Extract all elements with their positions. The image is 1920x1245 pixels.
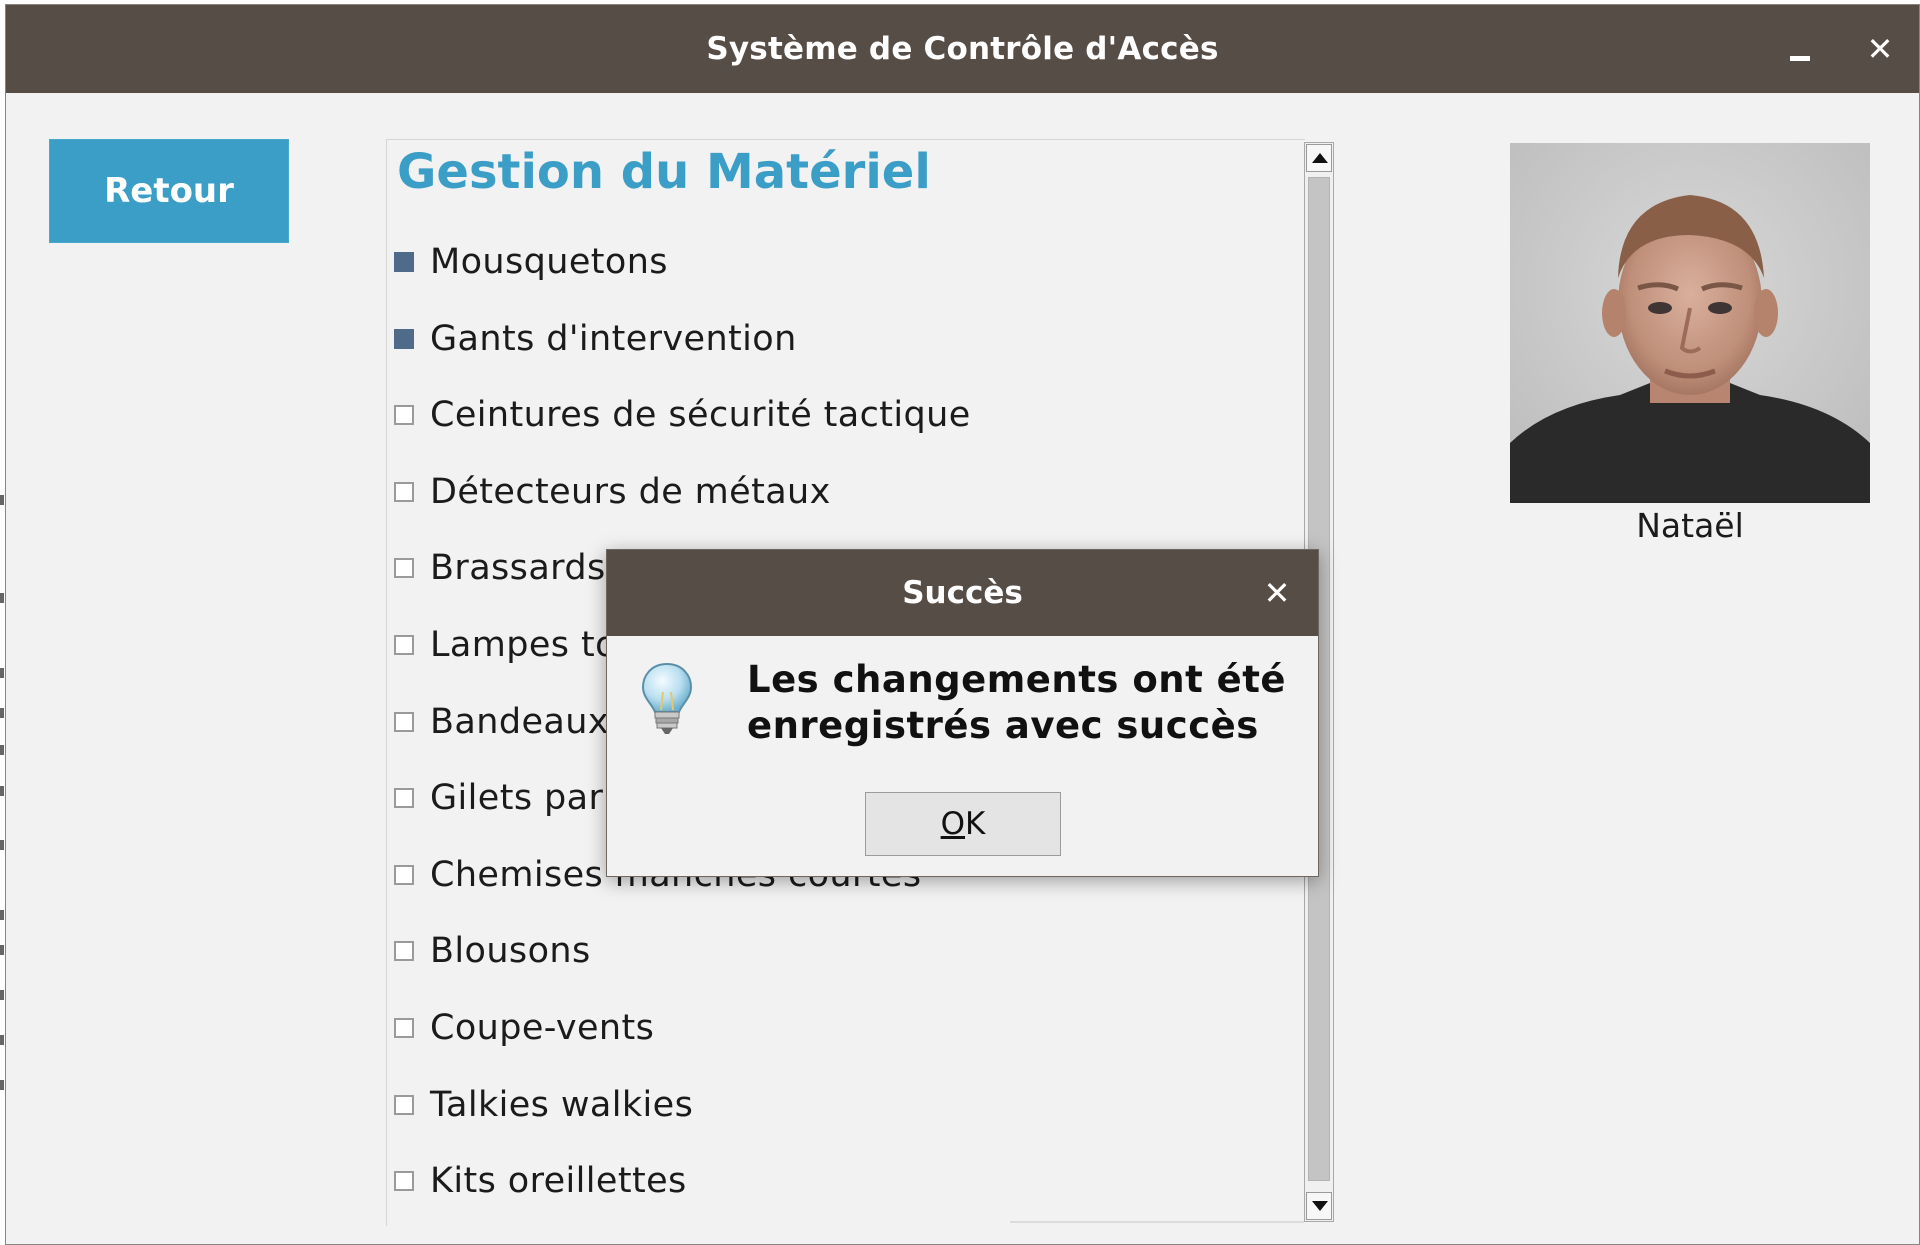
back-button[interactable]: Retour	[49, 139, 289, 243]
equipment-label: Coupe-vents	[430, 1008, 655, 1048]
panel-divider	[1010, 1221, 1304, 1223]
checkbox-unchecked[interactable]	[394, 635, 414, 655]
equipment-checkbox-item[interactable]: Brassards	[394, 543, 606, 593]
minimize-icon	[1790, 56, 1810, 61]
equipment-label: Lampes to	[430, 625, 617, 665]
equipment-checkbox-item[interactable]: Détecteurs de métaux	[394, 467, 831, 517]
equipment-checkbox-item[interactable]: Lampes to	[394, 620, 617, 670]
checkbox-unchecked[interactable]	[394, 711, 414, 732]
checkbox-unchecked[interactable]	[394, 1018, 414, 1038]
equipment-label: Ceintures de sécurité tactique	[430, 395, 971, 436]
title-bar[interactable]: Système de Contrôle d'Accès ✕	[6, 5, 1919, 93]
checkbox-unchecked[interactable]	[394, 558, 414, 579]
scroll-up-arrow-icon[interactable]	[1306, 144, 1332, 172]
user-name: Nataël	[1636, 506, 1744, 545]
equipment-label: Gants d'intervention	[430, 318, 797, 359]
ok-mnemonic: O	[940, 806, 966, 842]
equipment-checkbox-item[interactable]: Gilets par	[394, 773, 603, 823]
equipment-label: Blousons	[430, 931, 591, 972]
equipment-label: Bandeaux	[430, 701, 609, 742]
equipment-checkbox-item[interactable]: Bandeaux	[394, 697, 609, 747]
equipment-label: Détecteurs de métaux	[430, 471, 831, 512]
dialog-title-bar[interactable]: Succès ✕	[607, 550, 1318, 636]
scroll-down-arrow-icon[interactable]	[1306, 1192, 1332, 1220]
equipment-checkbox-item[interactable]: Blousons	[394, 926, 591, 976]
dialog-close-icon[interactable]: ✕	[1255, 571, 1299, 615]
checkbox-unchecked[interactable]	[394, 1171, 414, 1192]
lightbulb-icon	[641, 662, 693, 734]
checkbox-unchecked[interactable]	[394, 405, 414, 426]
checkbox-unchecked[interactable]	[394, 864, 414, 885]
close-button[interactable]: ✕	[1856, 25, 1904, 73]
user-photo	[1510, 143, 1870, 503]
ok-button[interactable]: OK	[865, 792, 1061, 856]
dialog-title: Succès	[902, 575, 1023, 611]
equipment-checkbox-item[interactable]: Ceintures de sécurité tactique	[394, 390, 971, 440]
equipment-label: Kits oreillettes	[430, 1161, 687, 1202]
panel-title: Gestion du Matériel	[397, 144, 931, 200]
checkbox-checked[interactable]	[394, 252, 414, 272]
equipment-label: Talkies walkies	[430, 1084, 694, 1125]
equipment-checkbox-item[interactable]: Talkies walkies	[394, 1080, 693, 1130]
equipment-checkbox-item[interactable]: Coupe-vents	[394, 1003, 654, 1053]
equipment-label: Gilets par	[430, 778, 604, 819]
checkbox-unchecked[interactable]	[394, 481, 414, 502]
equipment-checkbox-item[interactable]: Kits oreillettes	[394, 1156, 687, 1206]
checkbox-unchecked[interactable]	[394, 1094, 414, 1115]
checkbox-checked[interactable]	[394, 328, 414, 349]
dialog-message: Les changements ont été enregistrés avec…	[747, 658, 1287, 747]
success-dialog: Succès ✕ Les changements ont été enregis…	[606, 549, 1319, 877]
checkbox-unchecked[interactable]	[394, 788, 414, 809]
equipment-checkbox-item[interactable]: Mousquetons	[394, 237, 668, 287]
window-title: Système de Contrôle d'Accès	[706, 31, 1219, 67]
equipment-label: Mousquetons	[430, 242, 668, 282]
minimize-button[interactable]	[1776, 25, 1824, 73]
user-portrait-image	[1510, 143, 1870, 503]
equipment-label: Brassards	[430, 548, 606, 589]
checkbox-unchecked[interactable]	[394, 941, 414, 962]
close-icon: ✕	[1866, 30, 1894, 68]
equipment-checkbox-item[interactable]: Gants d'intervention	[394, 314, 797, 364]
ok-label-rest: K	[965, 806, 986, 842]
